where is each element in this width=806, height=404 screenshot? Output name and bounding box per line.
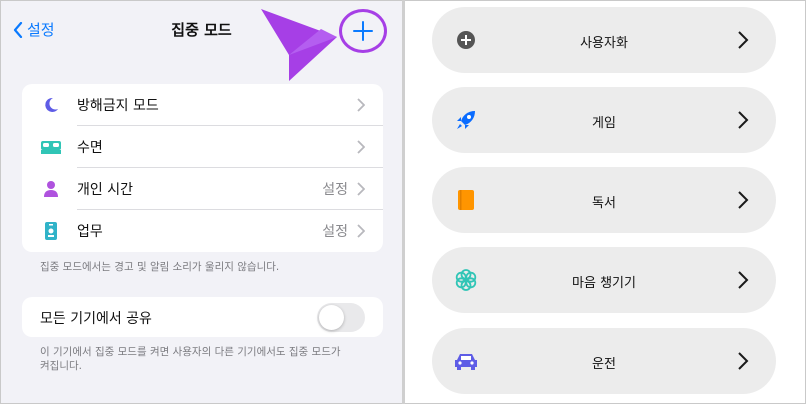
option-label: 독서 <box>592 196 616 211</box>
focus-mode-label: 수면 <box>77 140 103 156</box>
focus-mode-label: 업무 <box>77 224 103 240</box>
chevron-right-icon <box>357 98 365 112</box>
add-focus-button[interactable] <box>339 9 387 53</box>
chevron-right-icon <box>738 31 749 49</box>
focus-mode-work[interactable]: 업무 설정 <box>22 210 383 252</box>
share-label: 모든 기기에서 공유 <box>40 311 152 327</box>
option-label: 운전 <box>592 357 616 372</box>
focus-modes-list: 방해금지 모드 수면 개인 시간 설정 업무 설정 <box>22 84 383 252</box>
bed-icon <box>40 137 62 157</box>
option-label: 게임 <box>592 116 616 131</box>
focus-settings-panel: 설정 집중 모드 방해금지 모드 수면 개인 시간 설정 업무 설정 집중 모드… <box>1 1 402 403</box>
chevron-right-icon <box>738 111 749 129</box>
share-footnote: 이 기기에서 집중 모드를 켜면 사용자의 다른 기기에서도 집중 모드가 켜집… <box>40 346 341 372</box>
share-across-devices-row: 모든 기기에서 공유 <box>22 297 383 337</box>
chevron-right-icon <box>357 182 365 196</box>
focus-mode-personal[interactable]: 개인 시간 설정 <box>22 168 383 210</box>
share-across-devices-toggle[interactable] <box>317 303 365 332</box>
chevron-right-icon <box>738 352 749 370</box>
chevron-right-icon <box>357 224 365 238</box>
focus-mode-do-not-disturb[interactable]: 방해금지 모드 <box>22 84 383 126</box>
toggle-knob <box>319 305 344 330</box>
chevron-right-icon <box>738 191 749 209</box>
focus-mode-label: 방해금지 모드 <box>77 98 159 114</box>
focus-mode-sleep[interactable]: 수면 <box>22 126 383 168</box>
focus-options-panel: 사용자화 게임 독서 마음 챙기기 운전 <box>405 1 805 403</box>
option-label: 마음 챙기기 <box>572 276 636 291</box>
focus-modes-footnote: 집중 모드에서는 경고 및 알림 소리가 울리지 않습니다. <box>40 261 280 273</box>
focus-mode-value: 설정 <box>322 182 348 198</box>
option-driving[interactable]: 운전 <box>432 328 776 394</box>
pointer-arrow-icon <box>261 9 337 81</box>
option-label: 사용자화 <box>580 36 628 51</box>
focus-mode-value: 설정 <box>322 224 348 240</box>
option-mindfulness[interactable]: 마음 챙기기 <box>432 247 776 313</box>
chevron-right-icon <box>738 271 749 289</box>
option-reading[interactable]: 독서 <box>432 167 776 233</box>
person-icon <box>40 179 62 199</box>
option-custom[interactable]: 사용자화 <box>432 7 776 73</box>
plus-icon <box>353 21 373 41</box>
id-badge-icon <box>40 221 62 241</box>
focus-mode-label: 개인 시간 <box>77 182 133 198</box>
option-gaming[interactable]: 게임 <box>432 87 776 153</box>
moon-icon <box>40 95 62 115</box>
chevron-right-icon <box>357 140 365 154</box>
